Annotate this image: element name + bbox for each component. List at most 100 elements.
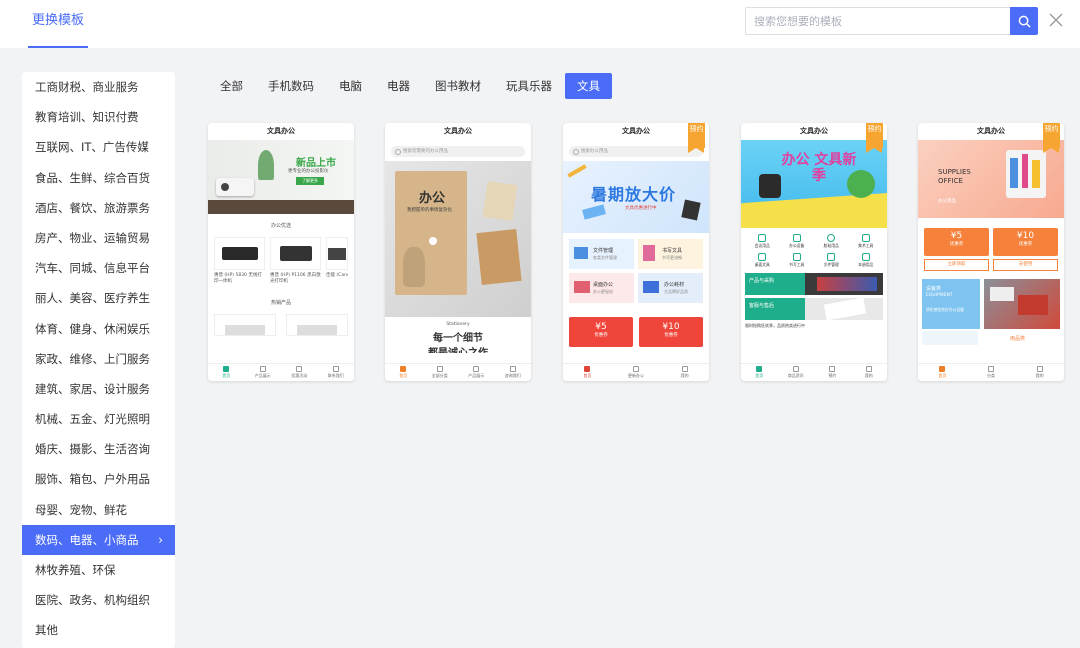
- banner-title: SUPPLIES: [938, 168, 971, 176]
- home-icon: [939, 366, 946, 372]
- icon-grid: 会议用品 办公设备 胶粘用品 美术工具 桌面文具 书写工具 文件管理 本册用品: [745, 234, 883, 268]
- sidebar-item-digital[interactable]: 数码、电器、小商品 ›: [22, 524, 175, 555]
- coupon: ¥10 优惠券 去使用: [993, 228, 1058, 271]
- card-search-bar: 搜索您需要的办公用品: [391, 146, 525, 157]
- close-icon: [1049, 13, 1063, 27]
- category-row: 设备类 EQUIPMENT 质优感优良好办公设备: [922, 279, 1060, 329]
- home-icon: [223, 366, 230, 372]
- category-sidebar: 工商财税、商业服务 教育培训、知识付费 互联网、IT、广告传媒 食品、生鲜、综合…: [22, 72, 175, 648]
- card-tabbar: 首页 产品展示 优惠活动 联系我们: [208, 363, 354, 381]
- reserve-ribbon: 预约: [688, 123, 705, 153]
- grid-icon: [633, 366, 639, 372]
- banner-subtitle: 办公用品: [938, 199, 956, 204]
- sidebar-item-hospital[interactable]: 医院、政务、机构组织: [22, 585, 175, 615]
- template-card-5[interactable]: 预约 文具办公 SUPPLIES OFFICE 办公用品 ¥5 优惠券 立即领取…: [918, 123, 1064, 381]
- product-card: 惠普 (HP) P1106 黑白激光打印机: [270, 237, 321, 285]
- sidebar-item-label: 数码、电器、小商品: [35, 532, 139, 547]
- coupon: ¥5 优惠券 立即领取: [924, 228, 989, 271]
- equipment-tile: 设备类 EQUIPMENT 质优感优良好办公设备: [922, 279, 980, 329]
- subcategory-tabs: 全部 手机数码 电脑 电器 图书教材 玩具乐器 文具: [208, 73, 613, 99]
- card-tabbar: 首页 分类 我的: [918, 363, 1064, 381]
- sidebar-item-auto[interactable]: 汽车、同城、信息平台: [22, 253, 175, 283]
- grid-icon: [792, 366, 799, 372]
- coupon: ¥10 优惠券: [639, 317, 703, 347]
- tab-stationery[interactable]: 文具: [565, 73, 612, 99]
- template-search-box: [745, 7, 1038, 35]
- grid-cell: 文件管理 各类文件管理: [569, 239, 634, 269]
- card-search-bar: 搜索办公用品: [569, 146, 703, 157]
- sidebar-item-realestate[interactable]: 房产、物业、运输贸易: [22, 223, 175, 253]
- sidebar-item-food[interactable]: 食品、生鲜、综合百货: [22, 163, 175, 193]
- product-name: 惠普 (HP) 5830 无线打印一体机: [214, 273, 262, 284]
- document-icon: [296, 366, 303, 372]
- folder-icon: [827, 253, 836, 261]
- promo-banner: 产品与采购: [745, 273, 883, 295]
- card-tabbar: 首页 商品资讯 预约 我的: [741, 363, 887, 381]
- projector-image: [216, 178, 254, 196]
- home-icon: [584, 366, 591, 372]
- category-grid: 文件管理 各类文件管理 书写文具 书写更流畅 桌面办公 办公更轻松 办公耗材 大…: [569, 239, 703, 303]
- tab-books[interactable]: 图书教材: [423, 73, 493, 99]
- banner-title: 办公 文具新季: [781, 152, 857, 184]
- banner-title: OFFICE: [938, 177, 963, 185]
- tab-all[interactable]: 全部: [208, 73, 255, 99]
- template-card-1[interactable]: 文具办公 新品上市 更专业的办公投影仪 了解更多 办公优选 惠普 (HP) 58…: [208, 123, 354, 381]
- coupon-row: ¥5 优惠券 立即领取 ¥10 优惠券 去使用: [924, 228, 1058, 271]
- sidebar-item-internet[interactable]: 互联网、IT、广告传媒: [22, 132, 175, 162]
- clock-icon: [829, 366, 836, 372]
- reserve-ribbon: 预约: [866, 123, 883, 153]
- product-card: 佳能 (Canon) 针式打印机: [326, 237, 348, 285]
- product-card: 惠普 (HP) 5830 无线打印一体机: [214, 237, 265, 285]
- sidebar-item-sports[interactable]: 体育、健身、休闲娱乐: [22, 314, 175, 344]
- template-card-2[interactable]: 文具办公 搜索您需要的办公用品 办公 我把握单的事情复杂化 Stationery…: [385, 123, 531, 381]
- sidebar-item-construction[interactable]: 建筑、家居、设计服务: [22, 374, 175, 404]
- banner-button: 了解更多: [296, 177, 324, 185]
- search-icon: [1018, 15, 1031, 28]
- tab-toys[interactable]: 玩具乐器: [494, 73, 564, 99]
- product-name: 佳能 (Canon) 针式打印机: [326, 273, 348, 278]
- pen-icon: [792, 253, 801, 261]
- tab-change-template[interactable]: 更换模板: [28, 0, 89, 48]
- banner-subtitle: 文具优惠进行中: [625, 206, 657, 211]
- grid-icon: [988, 366, 994, 372]
- sidebar-item-other[interactable]: 其他: [22, 615, 175, 645]
- sidebar-item-apparel[interactable]: 服饰、箱包、户外用品: [22, 464, 175, 494]
- card-banner: 办公 文具新季: [741, 140, 887, 228]
- sidebar-item-hotel[interactable]: 酒店、餐饮、旅游票务: [22, 193, 175, 223]
- banner-title: 办公: [419, 191, 446, 206]
- banner-subtitle: 我把握单的事情复杂化: [407, 208, 452, 213]
- template-card-4[interactable]: 预约 文具办公 办公 文具新季 会议用品 办公设备 胶粘用品 美术工具 桌面文具…: [741, 123, 887, 381]
- office-image: [984, 279, 1060, 329]
- search-input[interactable]: [746, 8, 1010, 34]
- card-title: 文具办公: [267, 127, 295, 135]
- product-row: [214, 314, 354, 336]
- sidebar-item-business[interactable]: 工商财税、商业服务: [22, 72, 175, 102]
- close-button[interactable]: [1046, 10, 1066, 30]
- sidebar-item-baby[interactable]: 母婴、宠物、鲜花: [22, 495, 175, 525]
- sidebar-item-housekeeping[interactable]: 家政、维修、上门服务: [22, 344, 175, 374]
- card-banner: 暑期放大价 文具优惠进行中: [563, 161, 709, 233]
- search-button[interactable]: [1010, 7, 1038, 35]
- tab-phones[interactable]: 手机数码: [256, 73, 326, 99]
- promo-banner: 客服与售后: [745, 297, 883, 321]
- sidebar-item-education[interactable]: 教育培训、知识付费: [22, 102, 175, 132]
- tape-icon: [827, 234, 836, 242]
- desk-image: [208, 200, 354, 214]
- tab-computers[interactable]: 电脑: [327, 73, 374, 99]
- card-tabbar: 首页 全部分类 产品展示 咨询我们: [385, 363, 531, 381]
- caption-line-1: 每一个细节: [433, 333, 483, 344]
- sidebar-item-farming[interactable]: 林牧养殖、环保: [22, 555, 175, 585]
- template-card-3[interactable]: 预约 文具办公 搜索办公用品 暑期放大价 文具优惠进行中 文件管理 各类文件管理…: [563, 123, 709, 381]
- sidebar-item-wedding[interactable]: 婚庆、摄影、生活咨询: [22, 434, 175, 464]
- home-icon: [400, 366, 407, 372]
- banner-title: 暑期放大价: [591, 185, 677, 204]
- grid-icon: [473, 366, 480, 372]
- banner-subtitle: 更专业的办公投影仪: [288, 169, 329, 174]
- sidebar-item-machinery[interactable]: 机械、五金、灯光照明: [22, 404, 175, 434]
- sidebar-item-beauty[interactable]: 丽人、美容、医疗养生: [22, 283, 175, 313]
- tag-text: Stationery: [446, 322, 470, 327]
- caption-line-2: 都是诚心之作: [385, 344, 531, 353]
- tab-appliances[interactable]: 电器: [375, 73, 422, 99]
- user-icon: [681, 366, 688, 372]
- coupon: ¥5 优惠券: [569, 317, 633, 347]
